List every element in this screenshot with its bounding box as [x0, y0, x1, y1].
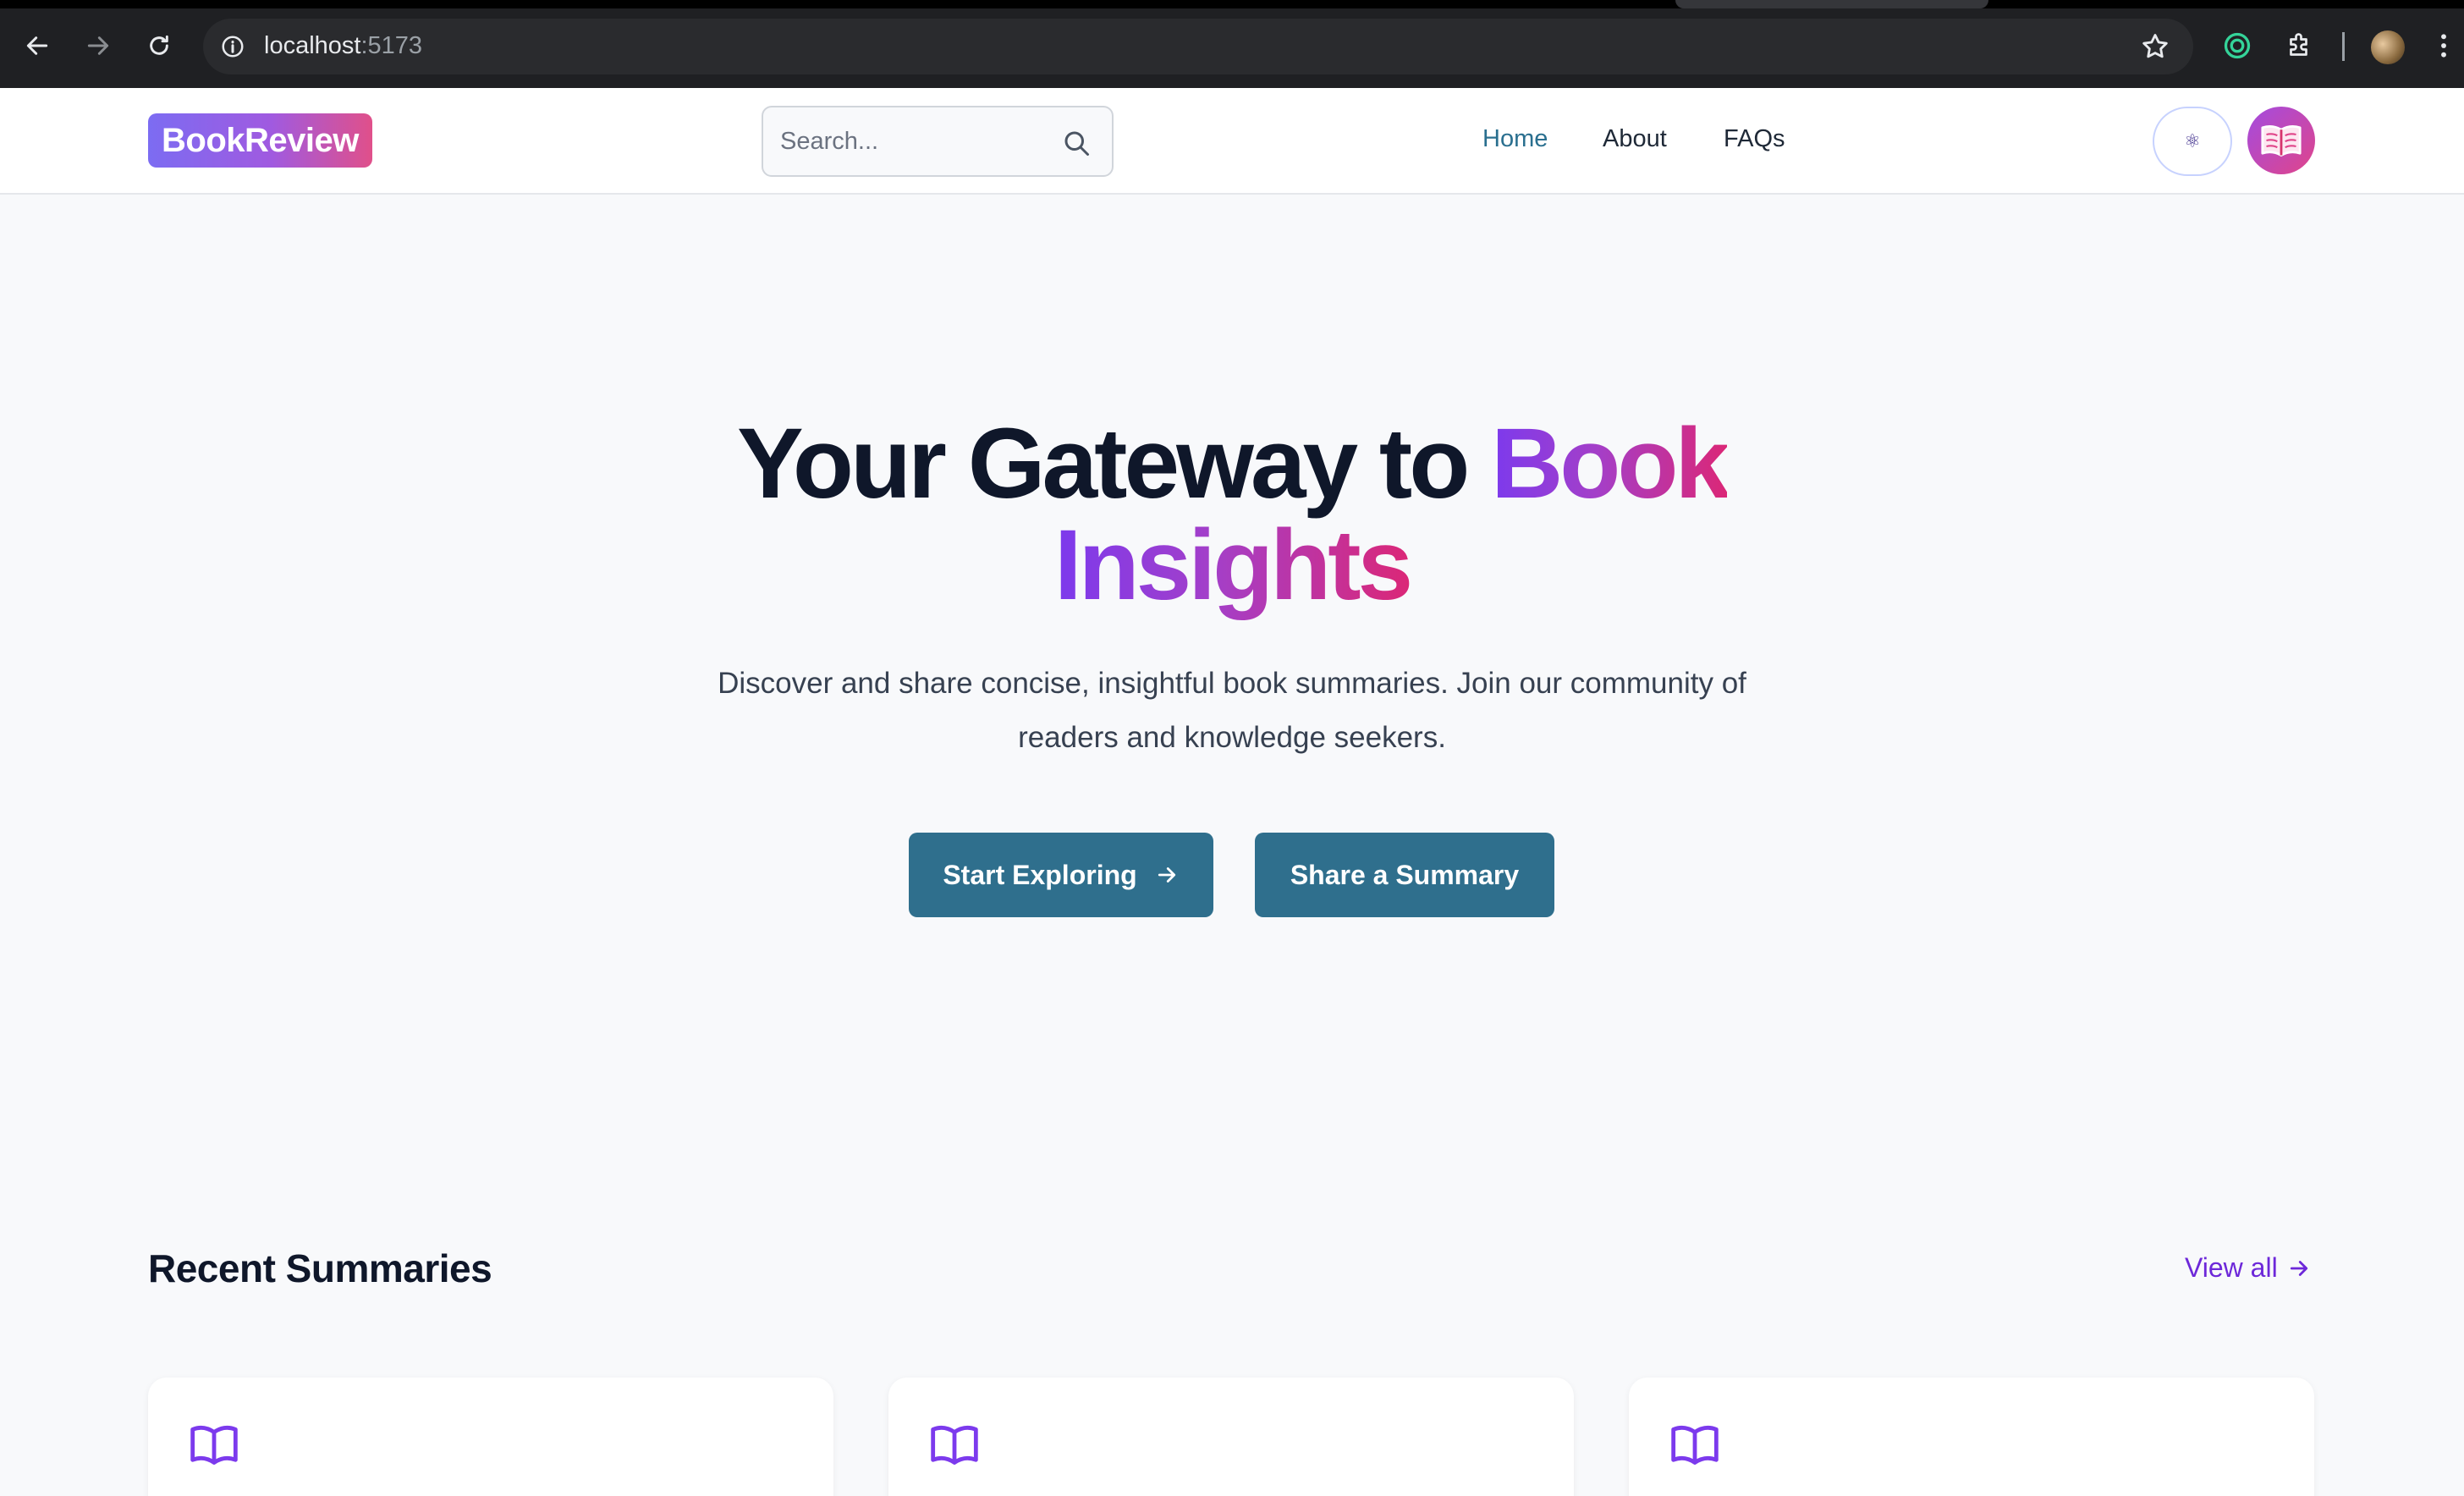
url-text[interactable]: localhost:5173: [264, 32, 422, 60]
book-open-icon: [1671, 1425, 1719, 1465]
arrow-right-icon: [2290, 1260, 2307, 1276]
address-bar[interactable]: localhost:5173: [203, 19, 2193, 74]
theme-toggle-button[interactable]: ⚛: [2153, 107, 2232, 176]
back-button[interactable]: [17, 25, 58, 66]
arrow-left-icon: [26, 36, 48, 55]
reload-button[interactable]: [139, 25, 179, 66]
search-input[interactable]: [780, 123, 1051, 160]
summary-card[interactable]: [148, 1378, 833, 1496]
start-exploring-button[interactable]: Start Exploring: [909, 833, 1213, 917]
start-exploring-label: Start Exploring: [943, 859, 1137, 890]
share-summary-button[interactable]: Share a Summary: [1255, 833, 1554, 917]
hero-title-plain: Your Gateway to: [736, 408, 1492, 520]
kebab-menu-icon[interactable]: [2435, 29, 2452, 63]
recent-summaries-title: Recent Summaries: [148, 1246, 492, 1290]
user-avatar[interactable]: [2247, 107, 2315, 174]
tab-strip: [0, 0, 2464, 8]
forward-button[interactable]: [78, 25, 118, 66]
share-summary-label: Share a Summary: [1290, 859, 1520, 890]
search-box: [762, 106, 1114, 177]
reload-icon: [150, 35, 168, 55]
extensions-puzzle-icon[interactable]: [2283, 29, 2317, 63]
bookmark-star-icon[interactable]: [2139, 30, 2171, 63]
hero-subtitle-line-2: readers and knowledge seekers.: [1018, 721, 1446, 754]
hero-title-highlight-book: Book: [1491, 408, 1730, 520]
book-open-icon: [931, 1425, 978, 1465]
extension-target-icon[interactable]: [2220, 29, 2254, 63]
hero-title: Your Gateway to Book Insights: [0, 413, 2464, 616]
hero-subtitle: Discover and share concise, insightful b…: [640, 657, 1824, 765]
site-header: BookReview Home About FAQs ⚛: [0, 88, 2464, 195]
nav-faqs[interactable]: FAQs: [1724, 125, 1785, 153]
logo[interactable]: BookReview: [148, 113, 372, 168]
hero-title-highlight-insights: Insights: [1053, 509, 1413, 621]
summary-card[interactable]: [888, 1378, 1574, 1496]
nav-about[interactable]: About: [1603, 125, 1667, 153]
browser-chrome: localhost:5173: [0, 0, 2464, 88]
url-host: localhost: [264, 32, 361, 59]
arrow-right-icon: [1158, 867, 1175, 883]
atom-icon: ⚛: [2184, 130, 2201, 151]
url-port: :5173: [360, 32, 423, 59]
view-all-link[interactable]: View all: [2185, 1252, 2312, 1284]
open-book-icon: [2261, 124, 2302, 157]
search-icon[interactable]: [1061, 128, 1092, 158]
site-info-icon[interactable]: [215, 29, 250, 64]
nav-home[interactable]: Home: [1482, 125, 1548, 153]
browser-tab[interactable]: [1675, 0, 1988, 8]
hero-subtitle-line-1: Discover and share concise, insightful b…: [718, 667, 1746, 700]
browser-profile-avatar[interactable]: [2371, 30, 2405, 64]
toolbar-divider: [2342, 32, 2345, 61]
book-open-icon: [190, 1425, 238, 1465]
view-all-label: View all: [2185, 1252, 2278, 1283]
arrow-right-icon: [87, 36, 109, 55]
summary-card[interactable]: [1629, 1378, 2314, 1496]
